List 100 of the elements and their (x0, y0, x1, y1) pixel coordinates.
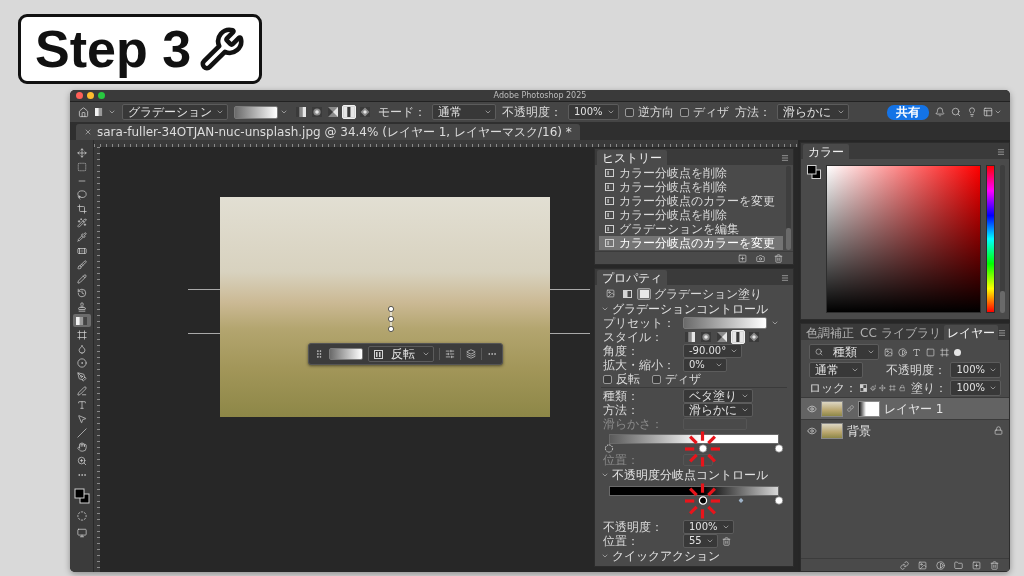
method-dropdown[interactable]: 滑らかに (776, 104, 849, 120)
gradient-ramp[interactable] (609, 434, 779, 444)
type-dropdown[interactable]: ベタ塗り (683, 389, 753, 403)
bell-icon[interactable] (935, 107, 945, 117)
trash-icon[interactable] (774, 253, 783, 263)
lightbulb-icon[interactable] (967, 107, 977, 117)
blend-mode-dropdown[interactable]: 通常 (809, 362, 863, 378)
scale-field[interactable]: 0% (683, 358, 727, 372)
view-button[interactable] (603, 287, 617, 300)
hash-icon[interactable] (940, 347, 949, 357)
gradient-style-button[interactable] (358, 105, 372, 119)
panels-icon[interactable] (983, 107, 993, 117)
contrast-icon[interactable] (898, 347, 907, 357)
brush-icon[interactable] (869, 384, 877, 392)
share-button[interactable]: 共有 (887, 104, 929, 120)
close-icon[interactable] (84, 128, 92, 136)
gradient-mode-dropdown[interactable]: グラデーション (122, 104, 228, 120)
gradient-style-button[interactable] (715, 330, 729, 344)
eye-icon[interactable] (807, 425, 817, 436)
method-dropdown[interactable]: 滑らかに (683, 403, 753, 417)
gradient-preset-swatch[interactable] (683, 317, 767, 329)
caret-icon[interactable] (280, 108, 288, 116)
panel-tab[interactable]: レイヤー (943, 325, 998, 340)
contrast-icon[interactable] (936, 560, 945, 570)
history-state[interactable]: カラー分岐点を削除 (599, 166, 783, 180)
history-state[interactable]: グラデーションを編集 (599, 222, 783, 236)
eye-icon[interactable] (807, 403, 817, 414)
opacity-field[interactable]: 100% (950, 362, 1001, 378)
camera-icon[interactable] (756, 253, 765, 263)
gradient-style-button[interactable] (699, 330, 713, 344)
color-field[interactable] (826, 165, 981, 313)
caret-icon[interactable] (771, 319, 779, 327)
gradient-swatch[interactable] (329, 348, 363, 360)
checkbox[interactable] (603, 374, 612, 384)
gradient-style-button[interactable] (342, 105, 356, 119)
filter-dropdown[interactable]: 種類 (809, 344, 879, 360)
gradient-style-button[interactable] (747, 330, 761, 344)
menu-icon[interactable] (997, 329, 1006, 337)
panel-tab[interactable]: プロパティ (597, 270, 667, 285)
scrollbar-thumb[interactable] (1000, 291, 1005, 313)
panel-tab[interactable]: CC ライブラリ (857, 325, 944, 340)
document-tab[interactable]: sara-fuller-34OTJAN-nuc-unsplash.jpg @ 34.4% (レイヤー 1, レイヤーマスク/16) * (76, 124, 580, 140)
maximize-icon[interactable] (98, 92, 105, 99)
sliders-icon[interactable] (445, 349, 455, 359)
stop-opacity-field[interactable]: 100% (683, 520, 734, 534)
trash-icon[interactable] (990, 560, 999, 570)
location-field[interactable]: 55 (683, 534, 718, 548)
opacity-stop-icon[interactable] (774, 496, 784, 505)
menu-icon[interactable] (781, 274, 789, 282)
checkbox[interactable] (624, 107, 634, 117)
section-header[interactable]: クイックアクション (595, 548, 726, 563)
hash-icon[interactable] (889, 384, 896, 392)
scrollbar[interactable] (1000, 165, 1005, 313)
angle-field[interactable]: -90.00° (683, 344, 743, 358)
midpoint-icon[interactable] (738, 498, 744, 503)
gradient-style-button[interactable] (294, 105, 308, 119)
type-icon[interactable] (912, 347, 921, 357)
view-button[interactable] (620, 287, 634, 300)
history-state[interactable]: カラー分岐点のカラーを変更 (599, 236, 783, 250)
fill-field[interactable]: 100% (950, 380, 1002, 396)
monitor-icon[interactable] (76, 528, 87, 538)
image-icon[interactable] (884, 347, 893, 357)
opacity-dropdown[interactable]: 100% (568, 104, 619, 120)
hue-spectrum[interactable] (986, 165, 995, 313)
gradient-style-button[interactable] (326, 105, 340, 119)
mode-dropdown[interactable]: 通常 (432, 104, 496, 120)
section-header[interactable]: 不透明度分岐点コントロール (595, 467, 774, 482)
scrollbar[interactable] (786, 166, 791, 250)
move-icon[interactable] (879, 384, 887, 392)
color-swatches-icon[interactable] (73, 488, 90, 504)
home-icon[interactable] (78, 106, 89, 118)
panel-tab[interactable]: カラー (803, 144, 849, 159)
image-icon[interactable] (918, 560, 927, 570)
panel-tab[interactable]: 色調補正 (803, 325, 857, 340)
history-state[interactable]: カラー分岐点を削除 (599, 180, 783, 194)
history-state[interactable]: カラー分岐点のカラーを変更 (599, 194, 783, 208)
reverse-dropdown[interactable]: 反転 (368, 346, 434, 362)
color-stop-icon[interactable] (698, 444, 707, 453)
opacity-ramp[interactable] (609, 486, 779, 496)
checker-icon[interactable] (860, 384, 867, 392)
plus-square-icon[interactable] (738, 253, 747, 263)
lock-icon[interactable] (898, 384, 906, 392)
trash-icon[interactable] (721, 536, 731, 546)
gradient-preset-swatch[interactable] (234, 105, 278, 119)
minimize-icon[interactable] (87, 92, 94, 99)
search-icon[interactable] (951, 107, 961, 117)
view-button[interactable] (637, 287, 651, 300)
menu-icon[interactable] (997, 148, 1005, 156)
folder-icon[interactable] (954, 560, 963, 570)
caret-icon[interactable] (108, 108, 116, 116)
close-icon[interactable] (76, 92, 83, 99)
layer-row[interactable]: 背景 (801, 419, 1009, 441)
gradient-style-button[interactable] (310, 105, 324, 119)
panel-tab[interactable]: ヒストリー (597, 150, 667, 165)
plus-square-icon[interactable] (972, 560, 981, 570)
color-swatches-icon[interactable] (807, 165, 821, 179)
grip-icon[interactable] (314, 349, 324, 359)
layer-row[interactable]: レイヤー 1 (801, 397, 1009, 419)
caret-icon[interactable] (994, 108, 1002, 116)
tool-button[interactable] (72, 314, 91, 327)
